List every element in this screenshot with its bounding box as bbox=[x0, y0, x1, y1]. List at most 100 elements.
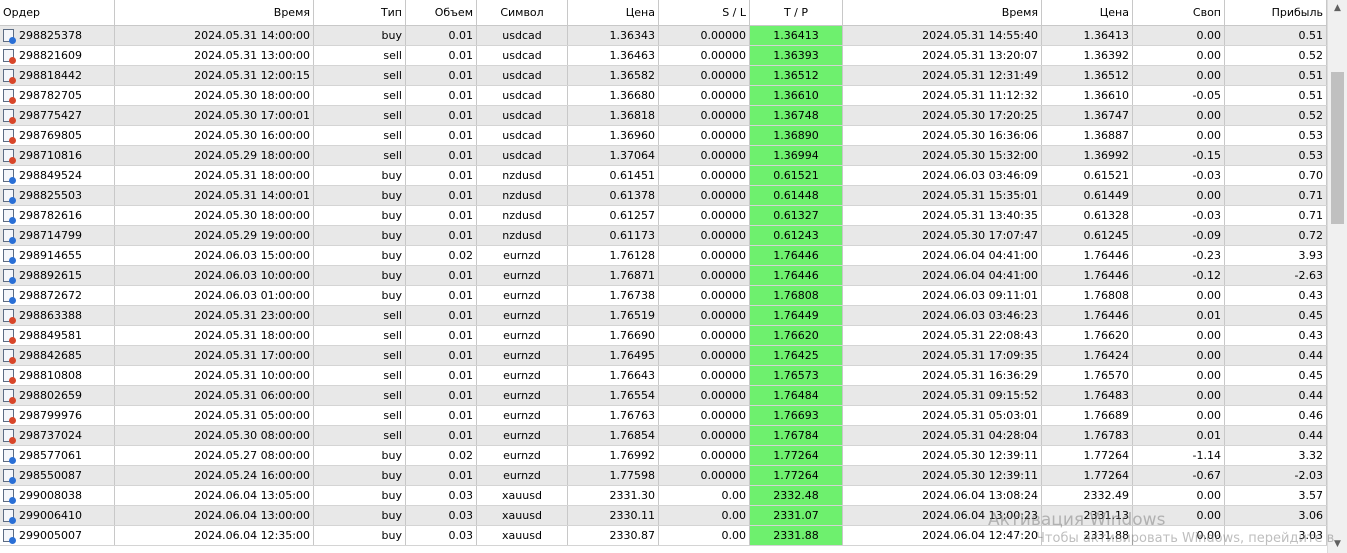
cell-swap: -0.15 bbox=[1133, 146, 1225, 165]
cell-open-time: 2024.05.31 17:00:00 bbox=[115, 346, 314, 365]
table-row[interactable]: 298769805 2024.05.30 16:00:00 sell 0.01 usdc… bbox=[0, 126, 1327, 146]
cell-order-id: 298863388 bbox=[0, 306, 115, 325]
cell-stop-loss: 0.00000 bbox=[659, 286, 750, 305]
cell-take-profit: 1.77264 bbox=[750, 466, 843, 485]
cell-trade-type: sell bbox=[314, 86, 406, 105]
cell-close-time: 2024.05.30 12:39:11 bbox=[843, 466, 1042, 485]
column-header-trade-type[interactable]: Тип bbox=[314, 0, 406, 25]
table-row[interactable]: 299008038 2024.06.04 13:05:00 buy 0.03 xauus… bbox=[0, 486, 1327, 506]
cell-take-profit: 1.76449 bbox=[750, 306, 843, 325]
column-header-close-price[interactable]: Цена bbox=[1042, 0, 1133, 25]
cell-symbol: eurnzd bbox=[477, 266, 568, 285]
table-row[interactable]: 298577061 2024.05.27 08:00:00 buy 0.02 eurnz… bbox=[0, 446, 1327, 466]
table-row[interactable]: 299006410 2024.06.04 13:00:00 buy 0.03 xauus… bbox=[0, 506, 1327, 526]
sell-marker-icon bbox=[9, 416, 16, 424]
cell-open-price: 1.76738 bbox=[568, 286, 659, 305]
cell-symbol: xauusd bbox=[477, 526, 568, 545]
cell-open-time: 2024.05.30 17:00:01 bbox=[115, 106, 314, 125]
order-id-text: 298577061 bbox=[19, 449, 82, 462]
column-header-open-price[interactable]: Цена bbox=[568, 0, 659, 25]
cell-symbol: eurnzd bbox=[477, 406, 568, 425]
order-document-icon bbox=[3, 268, 16, 284]
cell-close-price: 1.76446 bbox=[1042, 266, 1133, 285]
cell-close-time: 2024.05.31 14:55:40 bbox=[843, 26, 1042, 45]
column-header-symbol[interactable]: Символ bbox=[477, 0, 568, 25]
table-row[interactable]: 298810808 2024.05.31 10:00:00 sell 0.01 eurn… bbox=[0, 366, 1327, 386]
table-row[interactable]: 298714799 2024.05.29 19:00:00 buy 0.01 nzdus… bbox=[0, 226, 1327, 246]
cell-take-profit: 0.61243 bbox=[750, 226, 843, 245]
cell-open-price: 1.76643 bbox=[568, 366, 659, 385]
cell-volume: 0.01 bbox=[406, 186, 477, 205]
cell-take-profit: 0.61448 bbox=[750, 186, 843, 205]
table-row[interactable]: 298825378 2024.05.31 14:00:00 buy 0.01 usdca… bbox=[0, 26, 1327, 46]
table-row[interactable]: 298825503 2024.05.31 14:00:01 buy 0.01 nzdus… bbox=[0, 186, 1327, 206]
table-row[interactable]: 298782616 2024.05.30 18:00:00 buy 0.01 nzdus… bbox=[0, 206, 1327, 226]
table-row[interactable]: 299005007 2024.06.04 12:35:00 buy 0.03 xauus… bbox=[0, 526, 1327, 546]
column-header-order-id[interactable]: Ордер bbox=[0, 0, 115, 25]
cell-order-id: 298825503 bbox=[0, 186, 115, 205]
cell-order-id: 298914655 bbox=[0, 246, 115, 265]
cell-swap: 0.00 bbox=[1133, 46, 1225, 65]
table-row[interactable]: 298872672 2024.06.03 01:00:00 buy 0.01 eurnz… bbox=[0, 286, 1327, 306]
cell-profit: 0.53 bbox=[1225, 146, 1327, 165]
cell-stop-loss: 0.00 bbox=[659, 486, 750, 505]
cell-symbol: eurnzd bbox=[477, 246, 568, 265]
cell-take-profit: 2331.07 bbox=[750, 506, 843, 525]
table-row[interactable]: 298849524 2024.05.31 18:00:00 buy 0.01 nzdus… bbox=[0, 166, 1327, 186]
cell-close-price: 1.76783 bbox=[1042, 426, 1133, 445]
table-row[interactable]: 298737024 2024.05.30 08:00:00 sell 0.01 eurn… bbox=[0, 426, 1327, 446]
buy-marker-icon bbox=[9, 216, 16, 224]
order-id-text: 298782705 bbox=[19, 89, 82, 102]
cell-profit: 0.72 bbox=[1225, 226, 1327, 245]
cell-symbol: eurnzd bbox=[477, 346, 568, 365]
cell-order-id: 298892615 bbox=[0, 266, 115, 285]
order-id-text: 298863388 bbox=[19, 309, 82, 322]
cell-close-time: 2024.05.31 12:31:49 bbox=[843, 66, 1042, 85]
column-header-volume[interactable]: Объем bbox=[406, 0, 477, 25]
table-row[interactable]: 298818442 2024.05.31 12:00:15 sell 0.01 usdc… bbox=[0, 66, 1327, 86]
order-id-text: 298710816 bbox=[19, 149, 82, 162]
column-header-profit[interactable]: Прибыль bbox=[1225, 0, 1327, 25]
cell-symbol: nzdusd bbox=[477, 166, 568, 185]
table-row[interactable]: 298710816 2024.05.29 18:00:00 sell 0.01 usdc… bbox=[0, 146, 1327, 166]
cell-volume: 0.01 bbox=[406, 66, 477, 85]
order-id-text: 298818442 bbox=[19, 69, 82, 82]
column-header-close-time[interactable]: Время bbox=[843, 0, 1042, 25]
table-row[interactable]: 298802659 2024.05.31 06:00:00 sell 0.01 eurn… bbox=[0, 386, 1327, 406]
cell-close-time: 2024.05.31 09:15:52 bbox=[843, 386, 1042, 405]
trade-history-table: Ордер Время Тип Объем Символ Цена S / LT / P Вр… bbox=[0, 0, 1327, 553]
cell-trade-type: sell bbox=[314, 386, 406, 405]
column-header-stop-loss[interactable]: S / L bbox=[659, 0, 750, 25]
column-header-swap[interactable]: Своп bbox=[1133, 0, 1225, 25]
scroll-up-arrow-icon[interactable]: ▲ bbox=[1328, 0, 1347, 17]
cell-stop-loss: 0.00000 bbox=[659, 106, 750, 125]
scroll-down-arrow-icon[interactable]: ▼ bbox=[1328, 536, 1347, 553]
table-row[interactable]: 298914655 2024.06.03 15:00:00 buy 0.02 eurnz… bbox=[0, 246, 1327, 266]
cell-swap: 0.00 bbox=[1133, 26, 1225, 45]
cell-order-id: 298799976 bbox=[0, 406, 115, 425]
table-row[interactable]: 298842685 2024.05.31 17:00:00 sell 0.01 eurn… bbox=[0, 346, 1327, 366]
table-row[interactable]: 298821609 2024.05.31 13:00:00 sell 0.01 usdc… bbox=[0, 46, 1327, 66]
cell-swap: -0.12 bbox=[1133, 266, 1225, 285]
sell-marker-icon bbox=[9, 336, 16, 344]
column-header-take-profit[interactable]: T / P bbox=[750, 0, 843, 25]
table-row[interactable]: 298849581 2024.05.31 18:00:00 sell 0.01 eurn… bbox=[0, 326, 1327, 346]
cell-swap: -0.03 bbox=[1133, 206, 1225, 225]
table-row[interactable]: 298782705 2024.05.30 18:00:00 sell 0.01 usdc… bbox=[0, 86, 1327, 106]
order-id-text: 298849581 bbox=[19, 329, 82, 342]
table-row[interactable]: 298892615 2024.06.03 10:00:00 buy 0.01 eurnz… bbox=[0, 266, 1327, 286]
cell-trade-type: sell bbox=[314, 106, 406, 125]
column-header-open-time[interactable]: Время bbox=[115, 0, 314, 25]
cell-swap: -1.14 bbox=[1133, 446, 1225, 465]
cell-order-id: 298849581 bbox=[0, 326, 115, 345]
table-row[interactable]: 298550087 2024.05.24 16:00:00 buy 0.01 eurnz… bbox=[0, 466, 1327, 486]
cell-order-id: 298782616 bbox=[0, 206, 115, 225]
table-row[interactable]: 298863388 2024.05.31 23:00:00 sell 0.01 eurn… bbox=[0, 306, 1327, 326]
table-row[interactable]: 298775427 2024.05.30 17:00:01 sell 0.01 usdc… bbox=[0, 106, 1327, 126]
cell-order-id: 299006410 bbox=[0, 506, 115, 525]
scroll-thumb[interactable] bbox=[1331, 72, 1344, 224]
table-row[interactable]: 298799976 2024.05.31 05:00:00 sell 0.01 eurn… bbox=[0, 406, 1327, 426]
cell-close-price: 2332.49 bbox=[1042, 486, 1133, 505]
vertical-scrollbar[interactable]: ▲ ▼ bbox=[1327, 0, 1347, 553]
cell-stop-loss: 0.00000 bbox=[659, 446, 750, 465]
